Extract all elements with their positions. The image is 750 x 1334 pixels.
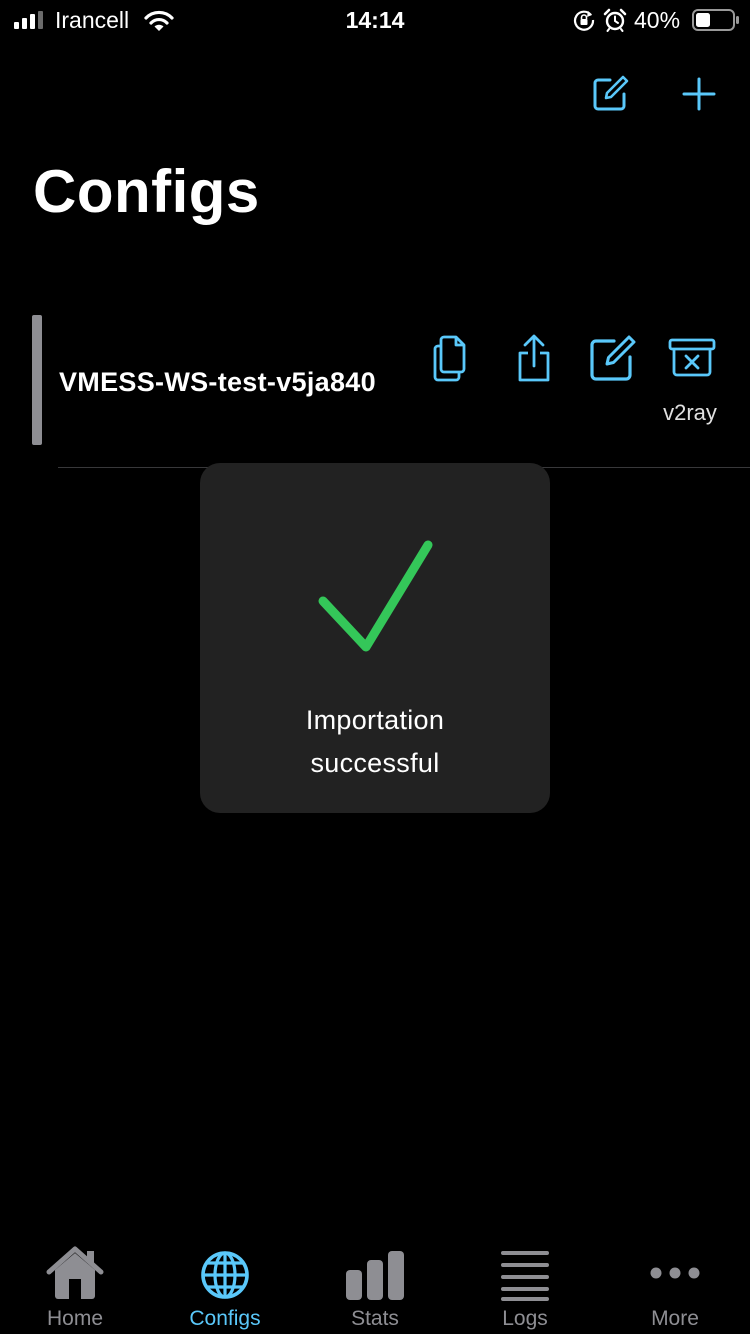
config-name: VMESS-WS-test-v5ja840 xyxy=(59,367,376,397)
battery-percent: 40% xyxy=(634,7,681,33)
page-title: Configs xyxy=(33,158,260,225)
list-lines-icon xyxy=(501,1251,549,1301)
tab-more[interactable]: More xyxy=(600,1230,750,1334)
add-button[interactable] xyxy=(679,74,719,114)
tab-configs[interactable]: Configs xyxy=(150,1230,300,1334)
battery-icon xyxy=(692,9,739,31)
edit-icon[interactable] xyxy=(590,74,630,114)
tab-logs[interactable]: Logs xyxy=(450,1230,600,1334)
tab-home[interactable]: Home xyxy=(0,1230,150,1334)
config-type: v2ray xyxy=(663,400,717,425)
orientation-lock-icon xyxy=(573,10,595,31)
toast-line-1: Importation xyxy=(305,705,445,735)
ellipsis-icon xyxy=(650,1267,700,1279)
tab-label: More xyxy=(651,1307,699,1330)
toast-line-2: successful xyxy=(310,748,440,778)
tab-label: Configs xyxy=(189,1307,261,1330)
delete-icon[interactable] xyxy=(666,333,718,385)
tab-label: Stats xyxy=(351,1307,399,1330)
tab-bar: Home Configs Stats Logs More xyxy=(0,1230,750,1334)
toast-message: Importation successful xyxy=(200,699,550,785)
share-icon[interactable] xyxy=(508,333,560,385)
bar-chart-icon xyxy=(346,1251,404,1300)
status-bar: Irancell 14:14 40% xyxy=(0,0,750,40)
copy-icon[interactable] xyxy=(428,333,480,385)
tab-label: Home xyxy=(46,1307,104,1330)
config-row[interactable]: VMESS-WS-test-v5ja840 v2ray xyxy=(0,313,750,469)
edit-icon[interactable] xyxy=(586,333,638,385)
success-toast: Importation successful xyxy=(200,463,550,813)
tab-stats[interactable]: Stats xyxy=(300,1230,450,1334)
house-icon xyxy=(46,1246,104,1299)
checkmark-icon xyxy=(318,540,433,652)
selection-indicator xyxy=(32,315,42,445)
tab-label: Logs xyxy=(502,1307,548,1330)
globe-icon xyxy=(201,1251,249,1299)
alarm-icon xyxy=(603,8,627,32)
